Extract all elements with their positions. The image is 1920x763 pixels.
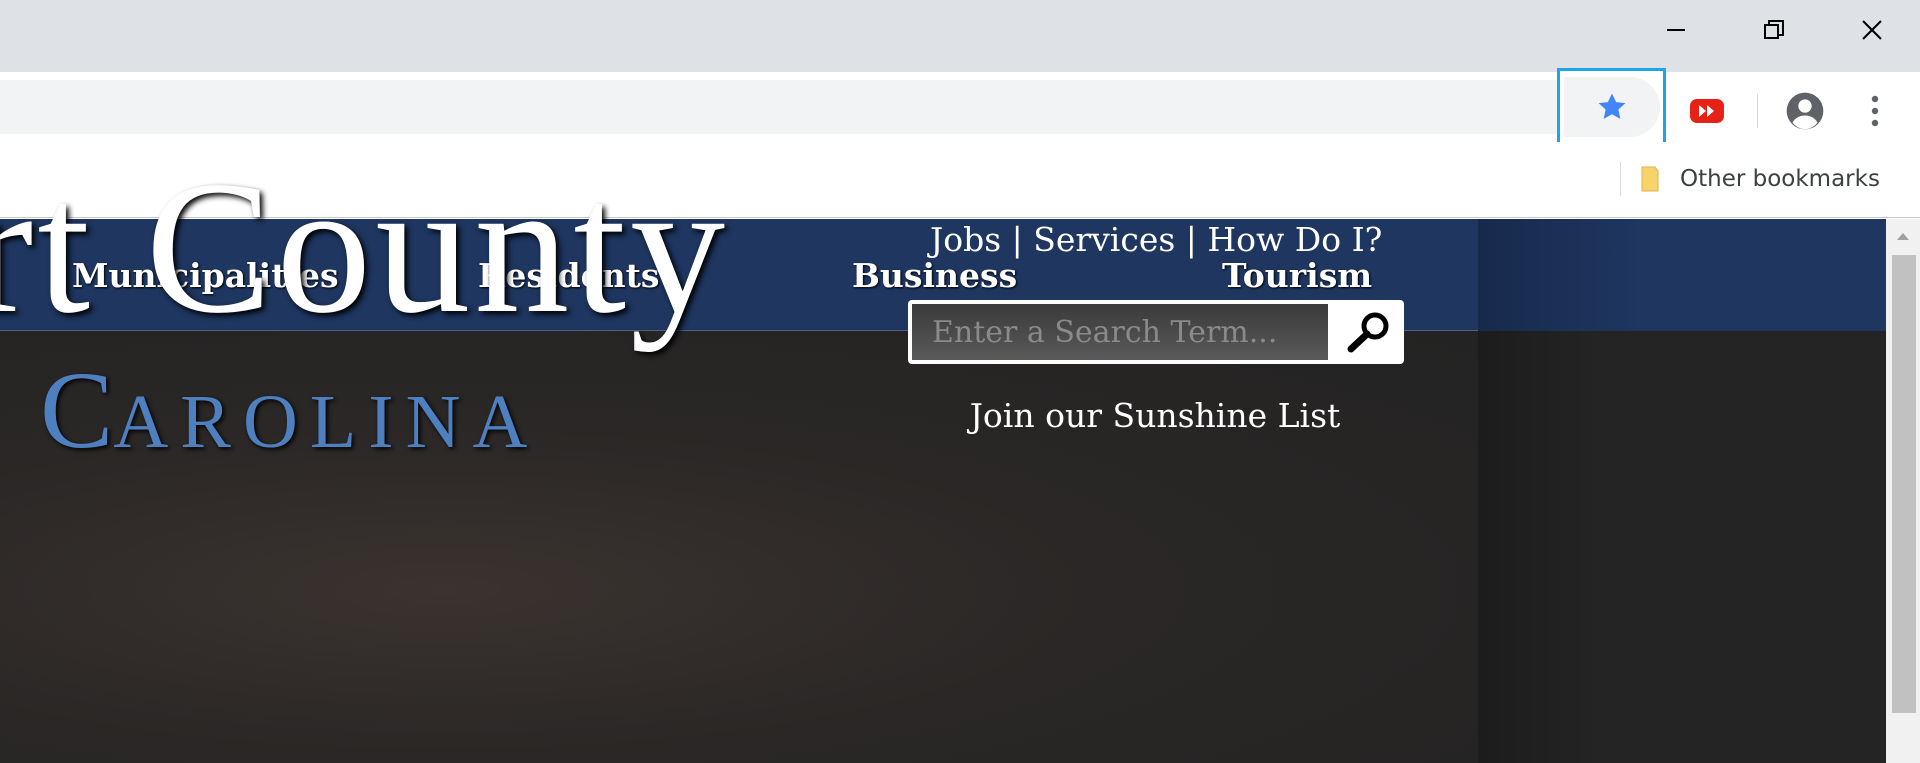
nav-background-extension bbox=[1478, 219, 1886, 331]
close-button[interactable] bbox=[1823, 0, 1920, 60]
site-search bbox=[908, 300, 1404, 364]
other-bookmarks-button[interactable]: Other bookmarks bbox=[1640, 158, 1880, 200]
close-icon bbox=[1862, 20, 1882, 40]
county-title: rt County bbox=[0, 143, 730, 353]
scroll-up-button[interactable] bbox=[1886, 219, 1920, 253]
star-icon bbox=[1598, 93, 1625, 119]
state-title-initial: C bbox=[40, 349, 114, 471]
account-circle-icon bbox=[1786, 92, 1824, 130]
state-title-rest: AROLINA bbox=[113, 380, 540, 464]
minimize-icon bbox=[1667, 29, 1685, 31]
bookmarks-separator bbox=[1620, 162, 1621, 196]
other-bookmarks-label: Other bookmarks bbox=[1680, 166, 1880, 192]
search-input[interactable] bbox=[912, 304, 1328, 360]
arrow-up-icon bbox=[1897, 233, 1909, 240]
page-scrollbar[interactable] bbox=[1886, 219, 1920, 763]
search-icon bbox=[1347, 312, 1389, 353]
hero-background-extension bbox=[1478, 331, 1886, 763]
quick-links[interactable]: Jobs | Services | How Do I? bbox=[930, 220, 1382, 259]
kebab-menu-icon bbox=[1871, 95, 1879, 127]
youtube-extension-icon bbox=[1690, 99, 1724, 123]
toolbar-separator bbox=[1757, 94, 1758, 128]
sunshine-list-link[interactable]: Join our Sunshine List bbox=[930, 396, 1380, 435]
extension-button[interactable] bbox=[1688, 90, 1726, 132]
bookmark-star-pill bbox=[1563, 77, 1660, 137]
minimize-button[interactable] bbox=[1627, 0, 1725, 60]
address-bar[interactable] bbox=[0, 80, 1662, 134]
scroll-thumb[interactable] bbox=[1892, 255, 1916, 713]
profile-button[interactable] bbox=[1782, 88, 1828, 134]
folder-icon bbox=[1641, 166, 1659, 192]
restore-icon bbox=[1764, 20, 1784, 39]
state-title: CAROLINA bbox=[40, 355, 539, 465]
browser-menu-button[interactable] bbox=[1852, 88, 1898, 134]
bookmark-star-button[interactable] bbox=[1557, 68, 1666, 146]
restore-button[interactable] bbox=[1725, 0, 1823, 60]
search-button[interactable] bbox=[1332, 300, 1404, 364]
